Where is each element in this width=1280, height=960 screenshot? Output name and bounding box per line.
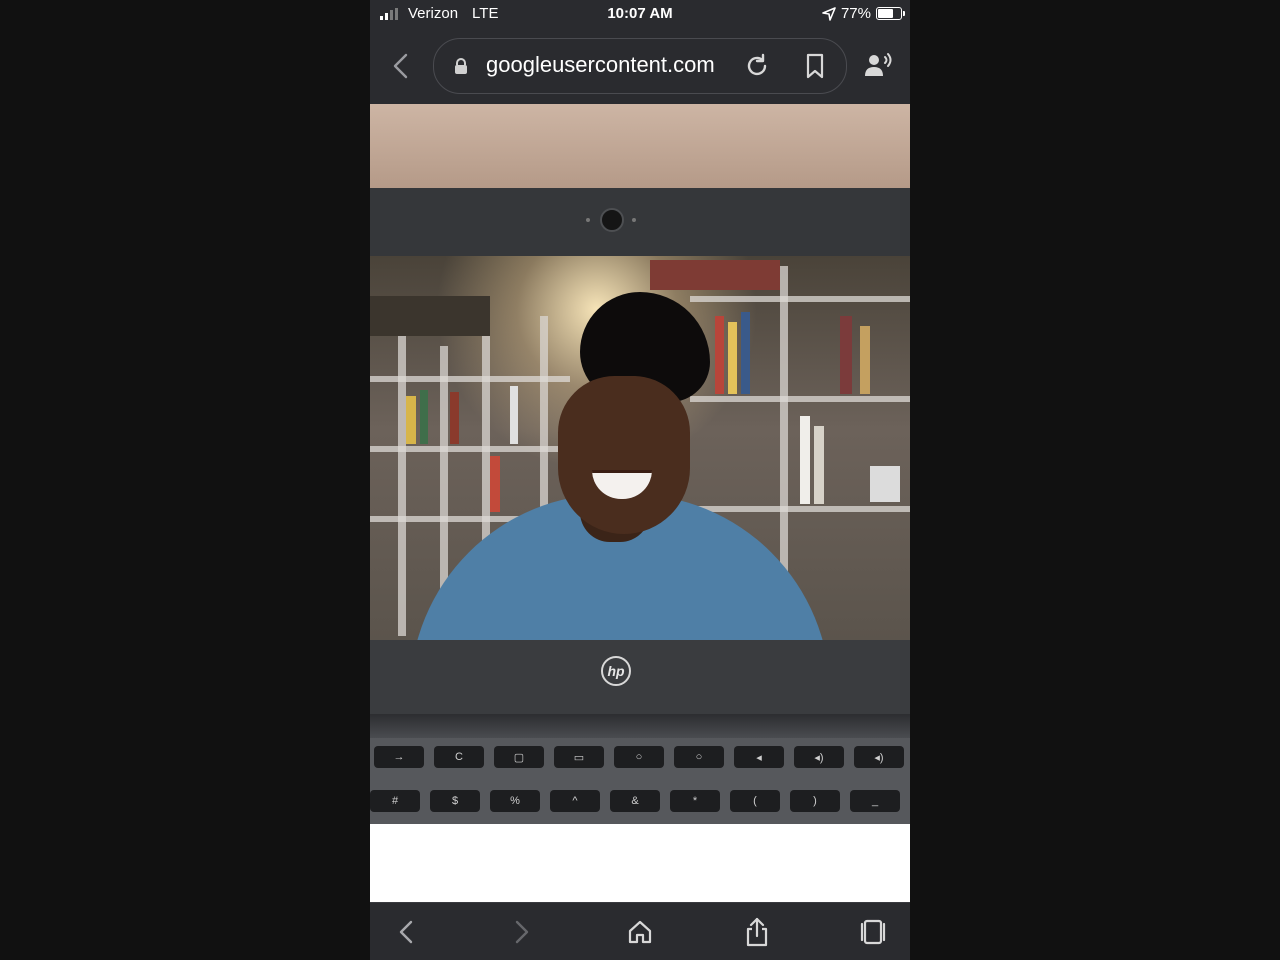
book: [728, 322, 737, 394]
tabs-icon: [860, 919, 886, 945]
status-left: Verizon LTE: [380, 5, 498, 22]
storage-bin: [870, 466, 900, 502]
keyboard-key: #: [370, 790, 420, 812]
toolbar-tabs-button[interactable]: [858, 917, 888, 947]
phone-screen: Verizon LTE 10:07 AM 77% googleuserconte…: [370, 0, 910, 960]
laptop-bottom-bezel: [370, 640, 910, 714]
keyboard-key: ^: [550, 790, 600, 812]
shelf-items: [650, 260, 780, 290]
status-bar: Verizon LTE 10:07 AM 77%: [370, 0, 910, 30]
shelf-board: [690, 396, 910, 402]
toolbar-home-button[interactable]: [625, 917, 655, 947]
signal-icon: [380, 7, 398, 20]
network-type: LTE: [472, 5, 499, 22]
keyboard-key: $: [430, 790, 480, 812]
toolbar-forward-button[interactable]: [507, 917, 537, 947]
reload-icon: [747, 53, 767, 76]
keyboard-key: ◂: [734, 746, 784, 768]
blank-page-area: [370, 824, 910, 902]
listen-icon: [865, 53, 892, 76]
shelf-post: [398, 316, 406, 636]
battery-percent: 77%: [840, 5, 871, 22]
home-icon: [628, 920, 652, 944]
keyboard-key: ○: [614, 746, 664, 768]
laptop-top-bezel: [370, 188, 910, 258]
lock-icon: [455, 58, 467, 74]
carrier-name: Verizon: [408, 5, 459, 22]
url-text: googleusercontent.com: [486, 52, 715, 77]
keyboard-key: %: [490, 790, 540, 812]
shelf-board: [370, 376, 570, 382]
laptop-keyboard: → C ▢ ▭ ○ ○ ◂ ◂) ◂) # $% ^ & * () _: [370, 738, 910, 824]
keyboard-key: ◂): [794, 746, 844, 768]
bookmark-button[interactable]: [804, 53, 826, 84]
keyboard-key: ◂): [854, 746, 904, 768]
photo-of-laptop-video-call: hp → C ▢ ▭ ○ ○ ◂ ◂) ◂) # $% ^ & * () _: [370, 104, 910, 824]
keyboard-key: ○: [674, 746, 724, 768]
back-chevron-icon: [393, 53, 408, 79]
webcam-indicator: [586, 218, 590, 222]
battery-fill: [878, 9, 893, 18]
page-content: hp → C ▢ ▭ ○ ○ ◂ ◂) ◂) # $% ^ & * () _: [370, 104, 910, 902]
url-field[interactable]: googleusercontent.com: [433, 38, 847, 94]
keyboard-key: &: [610, 790, 660, 812]
laptop-screen: [370, 256, 910, 640]
keyboard-key: *: [670, 790, 720, 812]
book: [741, 312, 750, 394]
book: [860, 326, 870, 394]
forward-icon: [515, 920, 529, 944]
book: [450, 392, 459, 444]
hp-logo: hp: [601, 656, 631, 686]
webcam-sensor: [632, 218, 636, 222]
location-arrow-icon: [822, 6, 836, 21]
shelf-board: [690, 506, 910, 512]
book: [406, 396, 416, 444]
book: [510, 386, 518, 444]
share-icon: [746, 917, 768, 947]
status-right: 77%: [822, 5, 905, 22]
keyboard-key: →: [374, 746, 424, 768]
battery-icon: [876, 7, 905, 20]
book: [715, 316, 724, 394]
browser-top-bar: googleusercontent.com: [370, 30, 910, 104]
keyboard-key: _: [850, 790, 900, 812]
keyboard-key: ): [790, 790, 840, 812]
toolbar-back-button[interactable]: [391, 917, 421, 947]
keyboard-key: ▭: [554, 746, 604, 768]
book: [814, 426, 824, 504]
book: [840, 316, 852, 394]
shelf-board: [370, 446, 570, 452]
book: [800, 416, 810, 504]
browser-bottom-toolbar: [370, 902, 910, 960]
reload-button[interactable]: [744, 53, 770, 84]
bookmark-icon: [806, 53, 824, 79]
book: [490, 456, 500, 512]
keyboard-key: C: [434, 746, 484, 768]
toolbar-share-button[interactable]: [742, 917, 772, 947]
keyboard-key: (: [730, 790, 780, 812]
background-wall: [370, 104, 910, 188]
shelf-board: [690, 296, 910, 302]
book: [420, 390, 428, 444]
webcam: [600, 208, 624, 232]
back-button[interactable]: [386, 48, 414, 84]
person-face: [558, 376, 690, 534]
back-icon: [399, 920, 413, 944]
keyboard-key: ▢: [494, 746, 544, 768]
shelf-items: [370, 296, 490, 336]
laptop-hinge: [370, 714, 910, 738]
listen-button[interactable]: [864, 52, 894, 83]
